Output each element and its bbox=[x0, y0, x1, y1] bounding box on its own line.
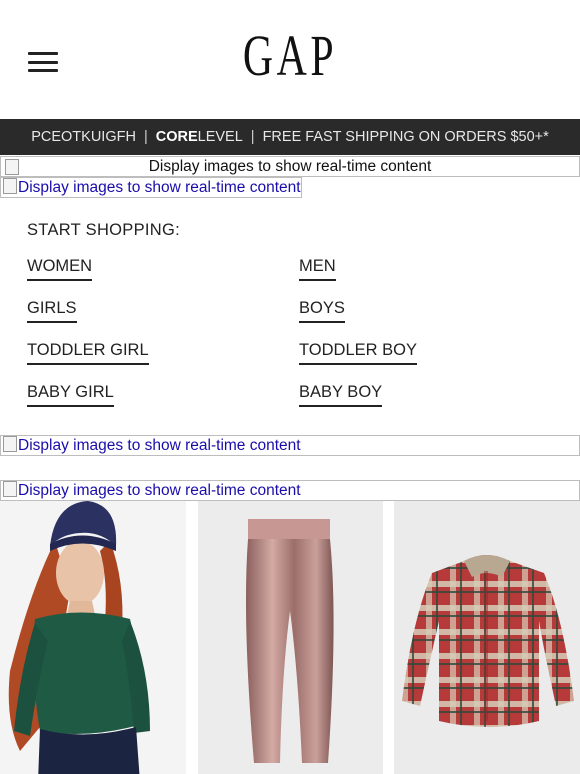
menu-line bbox=[28, 52, 58, 55]
category-link-baby-girl[interactable]: BABY GIRL bbox=[27, 383, 114, 407]
product-image-woman-sweater[interactable] bbox=[0, 501, 186, 774]
start-shopping-title: START SHOPPING: bbox=[27, 221, 181, 239]
banner-image-link-placeholder[interactable]: Display images to show real-time content bbox=[0, 480, 580, 501]
category-link-women[interactable]: WOMEN bbox=[27, 257, 93, 281]
product-image-plaid-shirt[interactable] bbox=[394, 501, 580, 774]
product-image-metallic-leggings[interactable] bbox=[197, 501, 383, 774]
menu-line bbox=[28, 60, 58, 64]
promo-code: PCEOTKUIGFH bbox=[31, 129, 136, 145]
banner-image-placeholder: Display images to show real-time content bbox=[0, 156, 580, 177]
broken-image-icon bbox=[3, 481, 17, 497]
product-image-row bbox=[0, 501, 580, 774]
plaid-shirt-illustration bbox=[402, 555, 574, 727]
category-links-grid: WOMEN MEN GIRLS BOYS TODDLER GIRL TODDLE… bbox=[27, 257, 553, 407]
woman-green-sweater-illustration bbox=[8, 501, 150, 774]
promo-bar[interactable]: PCEOTKUIGFH | CORE LEVEL | FREE FAST SHI… bbox=[0, 119, 580, 155]
promo-separator: | bbox=[250, 129, 255, 145]
broken-image-icon bbox=[3, 178, 17, 194]
promo-level-rest: LEVEL bbox=[197, 129, 243, 145]
category-link-toddler-girl[interactable]: TODDLER GIRL bbox=[27, 341, 149, 365]
site-header: GAP bbox=[0, 0, 580, 119]
hamburger-menu-icon[interactable] bbox=[28, 52, 58, 72]
menu-line bbox=[28, 69, 58, 72]
promo-shipping: FREE FAST SHIPPING ON ORDERS $50+* bbox=[262, 129, 549, 145]
start-shopping-section: START SHOPPING: WOMEN MEN GIRLS BOYS TOD… bbox=[0, 198, 580, 407]
placeholder-link-text[interactable]: Display images to show real-time content bbox=[18, 437, 301, 454]
category-link-men[interactable]: MEN bbox=[299, 257, 336, 281]
broken-image-icon bbox=[3, 436, 17, 452]
banner-image-link-placeholder[interactable]: Display images to show real-time content bbox=[0, 177, 302, 198]
category-link-baby-boy[interactable]: BABY BOY bbox=[299, 383, 383, 407]
promo-separator: | bbox=[143, 129, 148, 145]
placeholder-link-text[interactable]: Display images to show real-time content bbox=[18, 179, 301, 196]
gap-logo[interactable]: GAP bbox=[81, 24, 499, 88]
promo-level-bold: CORE bbox=[155, 129, 198, 145]
banner-image-link-placeholder[interactable]: Display images to show real-time content bbox=[0, 435, 580, 456]
placeholder-text: Display images to show real-time content bbox=[148, 158, 432, 175]
category-link-toddler-boy[interactable]: TODDLER BOY bbox=[299, 341, 417, 365]
category-link-boys[interactable]: BOYS bbox=[299, 299, 345, 323]
metallic-leggings-illustration bbox=[245, 519, 334, 763]
category-link-girls[interactable]: GIRLS bbox=[27, 299, 77, 323]
placeholder-link-text[interactable]: Display images to show real-time content bbox=[18, 482, 301, 499]
